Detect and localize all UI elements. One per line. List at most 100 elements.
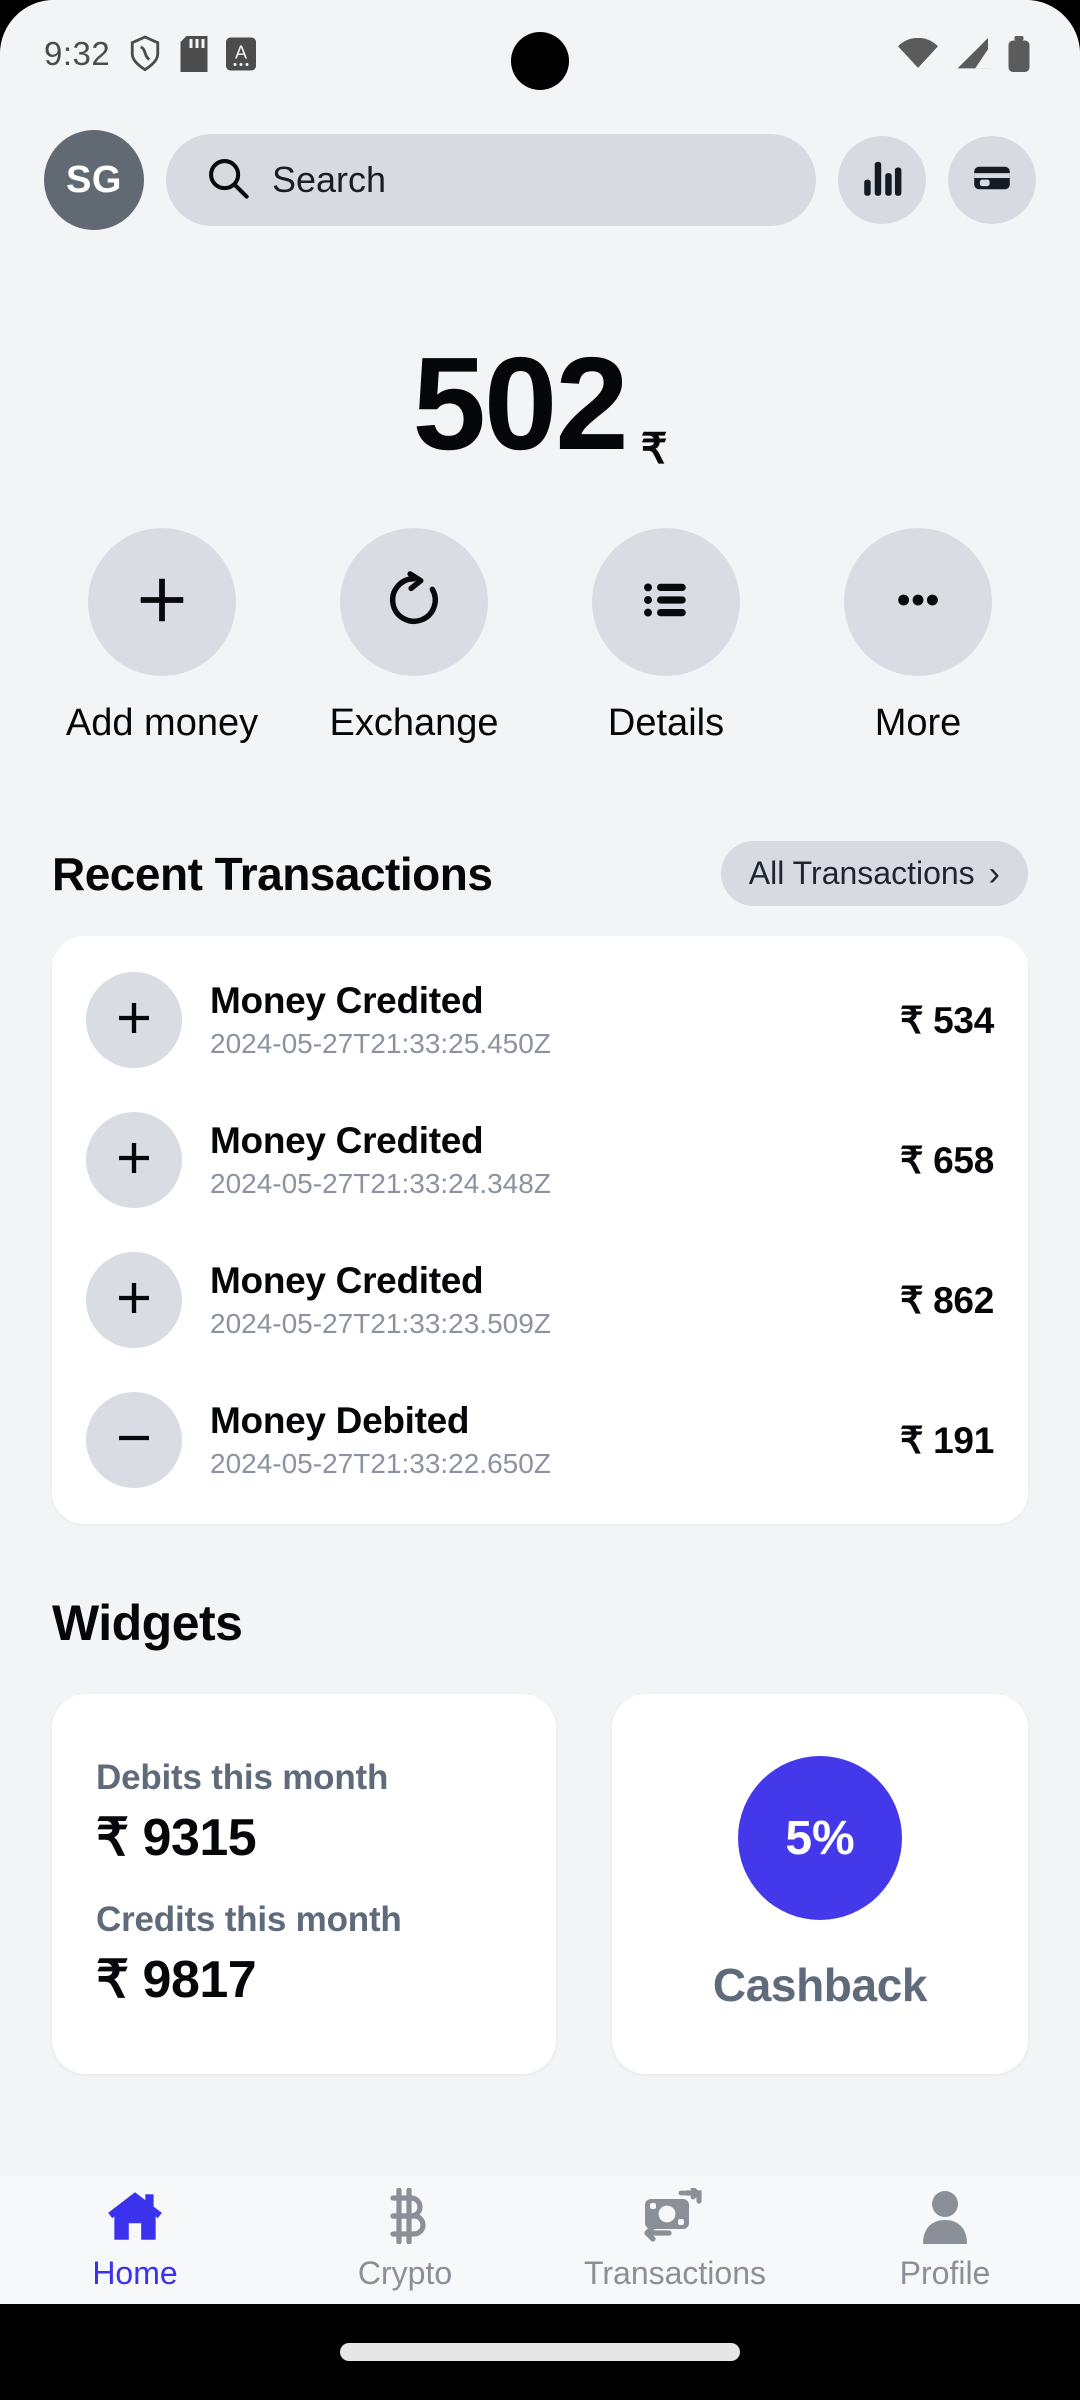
action-add-money-label: Add money: [65, 702, 259, 744]
transaction-body: Money Credited 2024-05-27T21:33:24.348Z: [210, 1120, 872, 1200]
app-screen: 9:32 A SG Search 502 ₹ Add money Exchang…: [0, 0, 1080, 2304]
nav-item-transactions[interactable]: Transactions: [540, 2186, 810, 2292]
action-details[interactable]: Details: [566, 528, 766, 745]
recent-transactions-header: Recent Transactions All Transactions ›: [0, 841, 1080, 906]
nav-item-home[interactable]: Home: [0, 2188, 270, 2292]
table-row[interactable]: Money Credited 2024-05-27T21:33:23.509Z …: [52, 1230, 1028, 1370]
transaction-amount: ₹ 862: [899, 1279, 994, 1321]
plus-icon: [114, 1278, 154, 1323]
transaction-date: 2024-05-27T21:33:25.450Z: [210, 1028, 551, 1059]
transaction-date: 2024-05-27T21:33:23.509Z: [210, 1308, 551, 1339]
person-icon: [919, 2188, 971, 2249]
action-more[interactable]: More: [818, 528, 1018, 745]
transaction-title: Money Credited: [210, 1260, 484, 1301]
nav-item-crypto-label: Crypto: [357, 2255, 453, 2291]
status-bar-right: [898, 36, 1032, 72]
balance-currency-symbol: ₹: [640, 425, 668, 472]
stats-button[interactable]: [838, 136, 926, 224]
table-row[interactable]: Money Credited 2024-05-27T21:33:24.348Z …: [52, 1090, 1028, 1230]
wifi-icon: [898, 38, 938, 70]
transaction-date: 2024-05-27T21:33:22.650Z: [210, 1448, 551, 1479]
refresh-rotate-icon: [385, 570, 443, 634]
minus-icon: [114, 1418, 154, 1463]
cashback-circle: 5%: [738, 1756, 902, 1920]
home-indicator[interactable]: [340, 2343, 740, 2361]
transaction-amount: ₹ 191: [899, 1419, 994, 1461]
nav-item-crypto[interactable]: Crypto: [270, 2187, 540, 2292]
transaction-body: Money Credited 2024-05-27T21:33:25.450Z: [210, 980, 872, 1060]
action-more-circle: [844, 528, 992, 676]
cellular-signal-icon: [954, 38, 990, 70]
cashback-percent: 5%: [785, 1811, 855, 1865]
plus-icon: [114, 998, 154, 1043]
table-row[interactable]: Money Debited 2024-05-27T21:33:22.650Z ₹…: [52, 1370, 1028, 1510]
transaction-title: Money Credited: [210, 1120, 484, 1161]
sd-card-icon: [180, 36, 208, 72]
transaction-title: Money Credited: [210, 980, 484, 1021]
transaction-title: Money Debited: [210, 1400, 470, 1441]
money-exchange-icon: [643, 2186, 707, 2249]
camera-punch-hole: [511, 32, 569, 90]
status-bar: 9:32 A: [0, 0, 1080, 108]
status-bar-clock: 9:32: [44, 35, 111, 72]
shield-icon: [128, 35, 162, 73]
transaction-body: Money Debited 2024-05-27T21:33:22.650Z: [210, 1400, 872, 1480]
action-details-circle: [592, 528, 740, 676]
bottom-navigation: Home Crypto Transactions Profile: [0, 2176, 1080, 2304]
nav-item-profile[interactable]: Profile: [810, 2188, 1080, 2292]
all-transactions-label: All Transactions: [748, 855, 975, 891]
transaction-type-badge: [86, 1392, 182, 1488]
home-icon: [104, 2188, 166, 2249]
battery-icon: [1006, 36, 1032, 72]
credits-value: ₹ 9817: [96, 1951, 257, 2009]
balance-amount: 502: [412, 330, 629, 477]
balance-display: 502 ₹: [0, 248, 1080, 528]
nav-item-transactions-label: Transactions: [584, 2255, 766, 2291]
cashback-label: Cashback: [712, 1959, 928, 2011]
transaction-amount: ₹ 658: [899, 1139, 994, 1181]
transaction-date: 2024-05-27T21:33:24.348Z: [210, 1168, 551, 1199]
credit-card-icon: [971, 157, 1013, 204]
status-bar-left: 9:32 A: [44, 35, 257, 73]
search-icon: [206, 156, 250, 205]
search-placeholder-text: Search: [272, 159, 387, 200]
ellipsis-icon: [891, 573, 945, 632]
transaction-body: Money Credited 2024-05-27T21:33:23.509Z: [210, 1260, 872, 1340]
action-exchange[interactable]: Exchange: [314, 528, 514, 745]
credits-label: Credits this month: [96, 1900, 402, 1939]
quick-actions: Add money Exchange Details More: [0, 528, 1080, 745]
svg-text:A: A: [235, 43, 247, 63]
avatar[interactable]: SG: [44, 130, 144, 230]
widgets-row: Debits this month ₹ 9315 Credits this mo…: [0, 1652, 1080, 2074]
app-header: SG Search: [0, 108, 1080, 248]
debits-label: Debits this month: [96, 1758, 389, 1797]
transaction-type-badge: [86, 972, 182, 1068]
transaction-type-badge: [86, 1112, 182, 1208]
action-exchange-label: Exchange: [329, 702, 499, 744]
bitcoin-icon: [377, 2187, 433, 2249]
page-title: Recent Transactions: [52, 847, 493, 900]
action-add-money[interactable]: Add money: [62, 528, 262, 745]
nav-item-home-label: Home: [92, 2255, 178, 2291]
table-row[interactable]: Money Credited 2024-05-27T21:33:25.450Z …: [52, 950, 1028, 1090]
action-details-label: Details: [607, 702, 725, 744]
plus-icon: [114, 1138, 154, 1183]
nav-item-profile-label: Profile: [899, 2255, 991, 2291]
transaction-type-badge: [86, 1252, 182, 1348]
all-transactions-button[interactable]: All Transactions ›: [720, 841, 1028, 906]
widgets-section-title: Widgets: [52, 1595, 243, 1651]
cards-button[interactable]: [948, 136, 1036, 224]
action-exchange-circle: [340, 528, 488, 676]
debits-value: ₹ 9315: [96, 1809, 257, 1867]
chevron-right-icon: ›: [988, 854, 1000, 893]
transaction-amount: ₹ 534: [899, 999, 994, 1041]
plus-icon: [133, 571, 191, 634]
search-input[interactable]: Search: [166, 134, 816, 226]
transactions-card: Money Credited 2024-05-27T21:33:25.450Z …: [52, 936, 1028, 1524]
bar-chart-icon: [861, 157, 903, 204]
widget-cashback[interactable]: 5% Cashback: [612, 1694, 1028, 2074]
widget-monthly-stats[interactable]: Debits this month ₹ 9315 Credits this mo…: [52, 1694, 556, 2074]
action-add-money-circle: [88, 528, 236, 676]
letter-a-icon: A: [226, 37, 257, 71]
action-more-label: More: [874, 702, 962, 744]
